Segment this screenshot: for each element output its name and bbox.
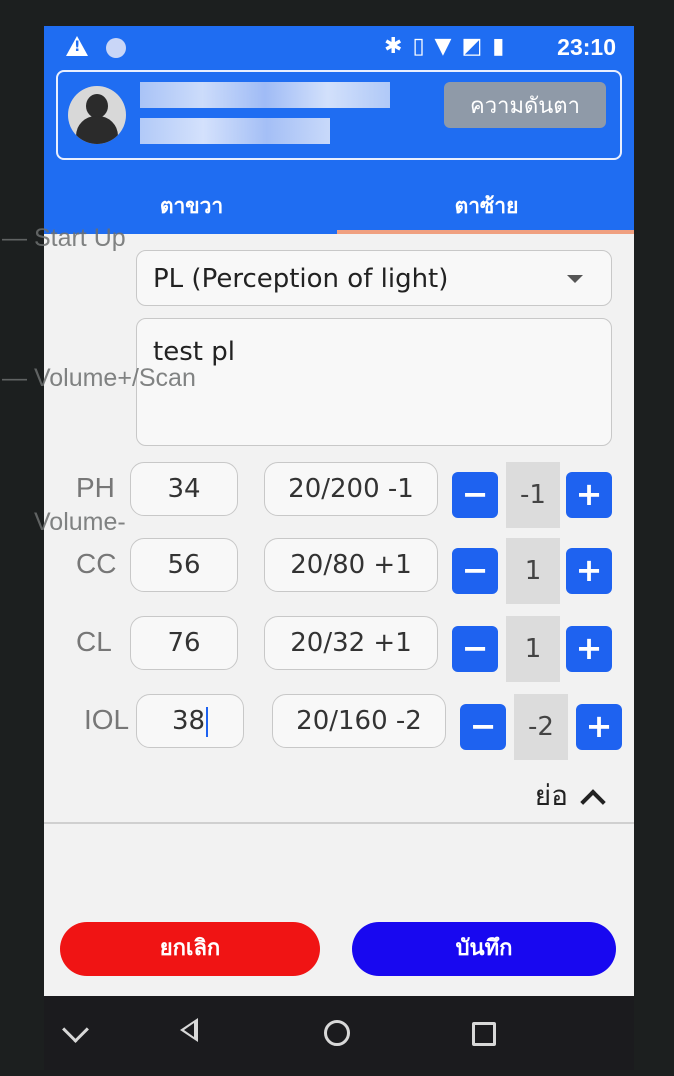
avatar	[68, 86, 126, 144]
warning-icon	[66, 36, 88, 56]
cc-label: CC	[76, 548, 117, 579]
cc-plus-button[interactable]: +	[566, 548, 612, 594]
home-icon[interactable]	[324, 1020, 350, 1046]
cc-row: CC 56 20/80 +1 − 1 +	[44, 538, 634, 604]
redacted-patient-name	[140, 82, 390, 108]
cl-row: CL 76 20/32 +1 − 1 +	[44, 616, 634, 682]
bezel-volume-down-label: Volume-	[34, 508, 126, 536]
app-header: ความดันตา ตาขวา ตาซ้าย	[44, 68, 634, 234]
battery-icon: ▮	[492, 34, 515, 59]
iol-label: IOL	[84, 704, 130, 735]
status-bar: ✱▯▼◩▮ 23:10	[44, 26, 634, 68]
chevron-down-icon[interactable]	[62, 1016, 89, 1043]
ph-value-input[interactable]: 34	[130, 462, 238, 516]
eye-tabs: ตาขวา ตาซ้าย	[44, 178, 634, 234]
bezel-start-up-label: Start Up	[2, 224, 126, 253]
ph-step-value: -1	[506, 462, 560, 528]
ph-acuity-select[interactable]: 20/200 -1	[264, 462, 438, 516]
app-screen: ✱▯▼◩▮ 23:10 ความดันตา ตาขวา ตาซ้าย PL (P…	[44, 26, 634, 996]
cl-label: CL	[76, 626, 112, 657]
tab-left-eye[interactable]: ตาซ้าย	[339, 178, 634, 234]
vibrate-icon: ▯	[412, 34, 435, 59]
ph-plus-button[interactable]: +	[566, 472, 612, 518]
iol-minus-button[interactable]: −	[460, 704, 506, 750]
cancel-button[interactable]: ยกเลิก	[60, 922, 320, 976]
divider	[44, 822, 634, 824]
wifi-icon: ▼	[434, 34, 462, 59]
cc-step-value: 1	[506, 538, 560, 604]
chevron-down-icon	[567, 275, 583, 283]
iol-value-input[interactable]: 38	[136, 694, 244, 748]
cl-value-input[interactable]: 76	[130, 616, 238, 670]
vision-form: PL (Perception of light) test pl PH 34 2…	[44, 234, 634, 824]
cc-minus-button[interactable]: −	[452, 548, 498, 594]
no-sim-icon: ◩	[461, 34, 493, 59]
back-icon[interactable]	[180, 1018, 198, 1042]
chevron-up-icon	[580, 789, 606, 815]
cl-minus-button[interactable]: −	[452, 626, 498, 672]
cc-value-input[interactable]: 56	[130, 538, 238, 592]
cc-acuity-select[interactable]: 20/80 +1	[264, 538, 438, 592]
redacted-patient-info	[140, 118, 330, 144]
iol-step-value: -2	[514, 694, 568, 760]
bluetooth-icon: ✱	[384, 34, 413, 59]
iol-plus-button[interactable]: +	[576, 704, 622, 750]
bezel-volume-up-label: Volume+/Scan	[2, 364, 196, 393]
circle-icon	[106, 38, 126, 58]
cl-acuity-select[interactable]: 20/32 +1	[264, 616, 438, 670]
save-button[interactable]: บันทึก	[352, 922, 616, 976]
iol-row: IOL 38 20/160 -2 − -2 +	[44, 694, 634, 760]
status-time: 23:10	[557, 34, 616, 60]
ph-label: PH	[76, 472, 115, 503]
cl-plus-button[interactable]: +	[566, 626, 612, 672]
status-icons: ✱▯▼◩▮	[384, 34, 514, 59]
patient-card: ความดันตา	[56, 70, 622, 160]
vision-select-value: PL (Perception of light)	[153, 264, 449, 294]
notes-field[interactable]: test pl	[136, 318, 612, 446]
system-nav-bar	[44, 996, 634, 1070]
iol-acuity-select[interactable]: 20/160 -2	[272, 694, 446, 748]
vision-select[interactable]: PL (Perception of light)	[136, 250, 612, 306]
text-cursor	[206, 706, 209, 737]
cl-step-value: 1	[506, 616, 560, 682]
iol-value-text: 38	[171, 706, 206, 736]
eye-pressure-button[interactable]: ความดันตา	[444, 82, 606, 128]
ph-row: PH 34 20/200 -1 − -1 +	[44, 462, 634, 528]
collapse-label: ย่อ	[534, 779, 568, 812]
recent-apps-icon[interactable]	[472, 1022, 496, 1046]
ph-minus-button[interactable]: −	[452, 472, 498, 518]
collapse-toggle[interactable]: ย่อ	[534, 774, 606, 818]
